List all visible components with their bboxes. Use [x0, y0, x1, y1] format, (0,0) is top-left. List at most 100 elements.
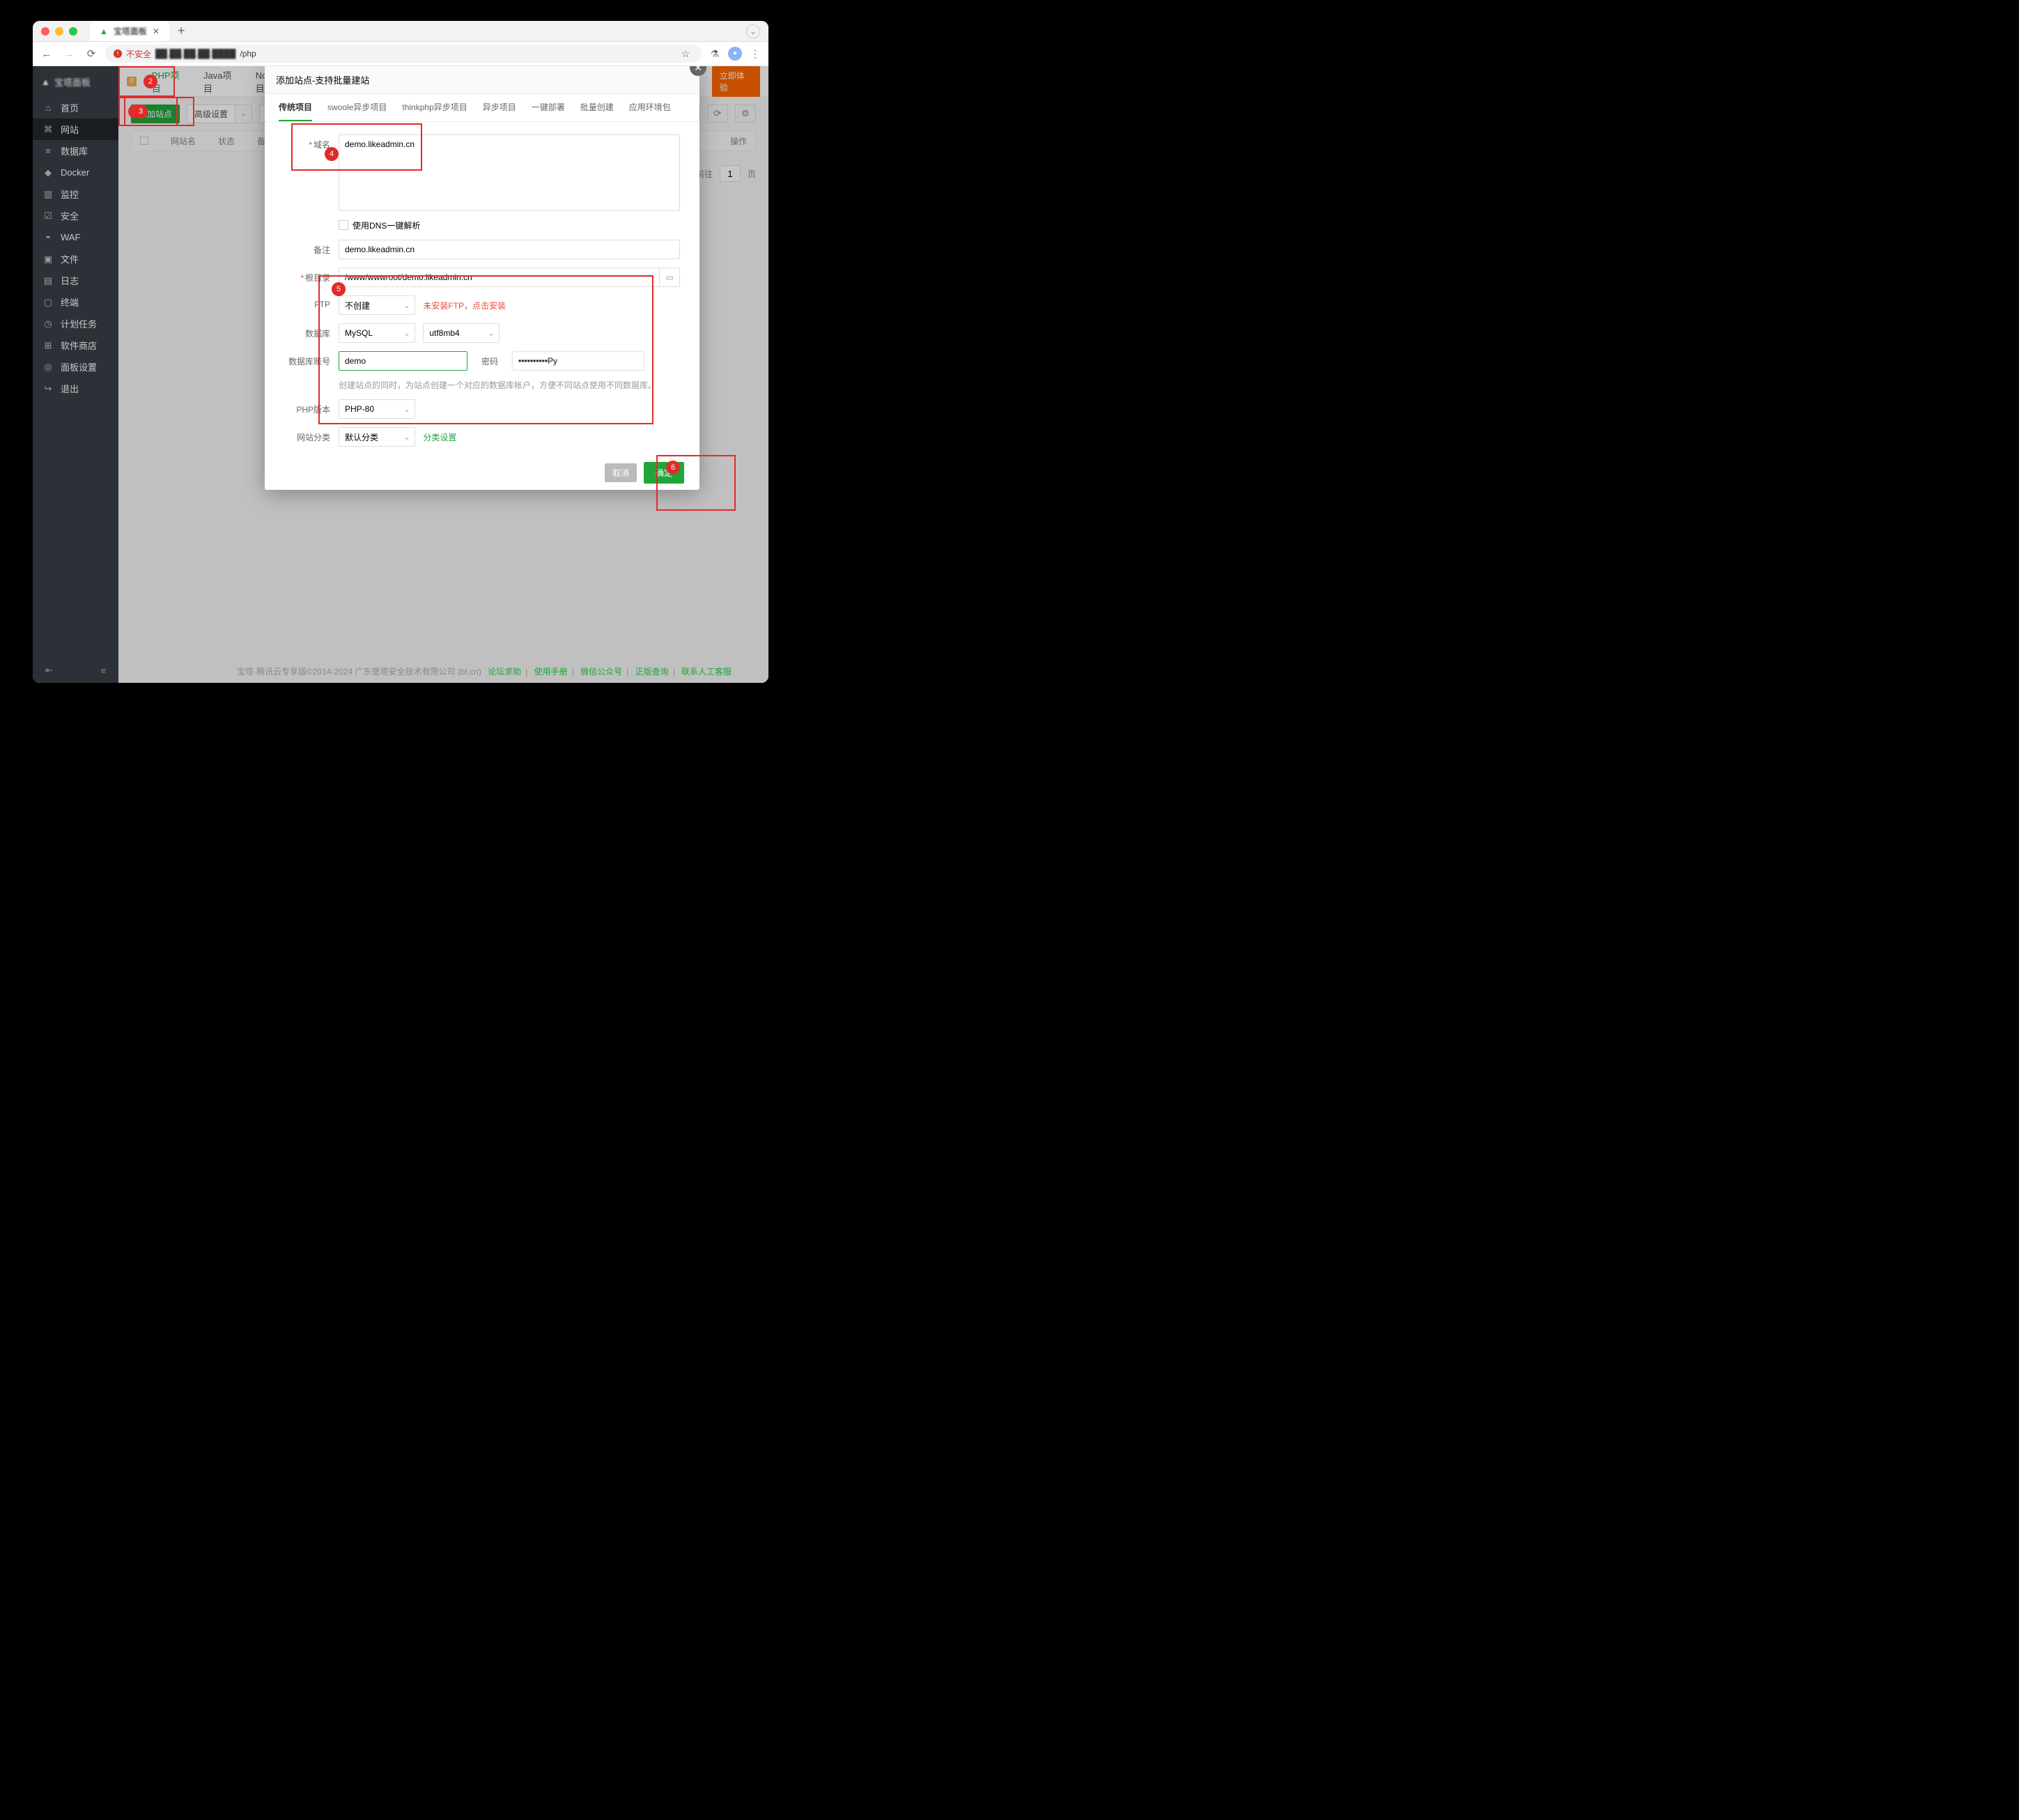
- apps-icon: ⊞: [42, 340, 54, 351]
- collapse-icon[interactable]: ⇤: [45, 665, 53, 676]
- dbpwd-label: 密码: [481, 355, 498, 367]
- sidebar-item-settings[interactable]: ◎面板设置: [33, 356, 118, 378]
- dtab-env[interactable]: 应用环境包: [629, 94, 671, 121]
- footer-link[interactable]: 正版查询: [635, 667, 669, 677]
- clock-icon: ◷: [42, 318, 54, 330]
- url-path: /php: [240, 49, 256, 59]
- insecure-label: 不安全: [126, 48, 151, 60]
- window-dropdown-icon[interactable]: ⌄: [746, 24, 760, 38]
- footer-link[interactable]: 使用手册: [534, 667, 568, 677]
- db-icon: ≡: [42, 146, 54, 156]
- annotation-badge: 5: [332, 282, 346, 296]
- gear-icon: ◎: [42, 362, 54, 373]
- browser-tab[interactable]: ▲ 宝塔面板 ✕: [90, 21, 169, 41]
- dtab-trad[interactable]: 传统项目: [279, 94, 312, 121]
- dialog-title: 添加站点-支持批量建站: [276, 73, 369, 86]
- db-hint: 创建站点的同时，为站点创建一个对应的数据库帐户，方便不同站点使用不同数据库。: [339, 379, 680, 391]
- dns-label: 使用DNS一键解析: [353, 221, 420, 231]
- php-label: PHP版本: [296, 405, 330, 415]
- favicon-icon: ▲: [100, 26, 108, 36]
- sidebar-footer: ⇤≡: [33, 658, 118, 683]
- db-charset-select[interactable]: utf8mb4: [423, 323, 500, 343]
- add-site-dialog: 添加站点-支持批量建站 ✕ 传统项目 swoole异步项目 thinkphp异步…: [265, 66, 699, 490]
- footer-link[interactable]: 微信公众号: [580, 667, 622, 677]
- sidebar-item-security[interactable]: ☑安全: [33, 205, 118, 226]
- more-icon[interactable]: ⋮: [748, 48, 763, 60]
- footer-link[interactable]: 联系人工客服: [681, 667, 732, 677]
- annotation-badge: 6: [666, 461, 680, 475]
- annotation-badge: 2: [144, 75, 157, 88]
- sidebar-item-logs[interactable]: ▤日志: [33, 270, 118, 291]
- db-label: 数据库: [305, 329, 330, 339]
- labs-icon[interactable]: ⚗: [707, 48, 722, 60]
- nav-forward-icon[interactable]: →: [61, 48, 77, 60]
- monitor-icon: ▥: [42, 189, 54, 200]
- brand: ▲宝塔面板: [33, 66, 118, 97]
- php-select[interactable]: PHP-80: [339, 399, 415, 419]
- close-tab-icon[interactable]: ✕: [153, 26, 160, 36]
- main: 0 PHP项目 Java项目 Node项目 Go项目 Python项目 Net项…: [118, 66, 768, 683]
- sidebar-item-store[interactable]: ⊞软件商店: [33, 334, 118, 356]
- sidebar-item-home[interactable]: ⌂首页: [33, 97, 118, 118]
- dtab-async[interactable]: 异步项目: [483, 94, 516, 121]
- star-icon[interactable]: ☆: [678, 48, 693, 60]
- dns-checkbox[interactable]: [339, 220, 348, 230]
- waf-icon: ◓: [42, 232, 54, 242]
- sidebar-item-waf[interactable]: ◓WAF: [33, 226, 118, 248]
- category-label: 网站分类: [297, 433, 330, 442]
- profile-avatar[interactable]: ●: [728, 47, 742, 61]
- dialog-body: *域名 demo.likeadmin.cn 使用DNS一键解析 备注 *根目录: [265, 122, 699, 447]
- domain-input[interactable]: demo.likeadmin.cn: [339, 134, 680, 211]
- dtab-deploy[interactable]: 一键部署: [532, 94, 565, 121]
- dbpwd-input[interactable]: [512, 351, 644, 371]
- titlebar: ▲ 宝塔面板 ✕ + ⌄: [33, 21, 768, 42]
- nav-reload-icon[interactable]: ⟳: [83, 47, 100, 60]
- annotation-badge: 4: [325, 147, 339, 161]
- url-box[interactable]: ! 不安全 ██.██.██.██:████ /php ☆: [105, 45, 702, 63]
- root-input[interactable]: [339, 268, 659, 287]
- folder-icon: ▣: [42, 254, 54, 265]
- dtab-swoole[interactable]: swoole异步项目: [327, 94, 387, 121]
- ftp-select[interactable]: 不创建: [339, 295, 415, 315]
- sidebar-item-files[interactable]: ▣文件: [33, 248, 118, 270]
- dbuser-label: 数据库账号: [288, 357, 330, 367]
- sidebar-item-cron[interactable]: ◷计划任务: [33, 313, 118, 334]
- folder-picker-icon[interactable]: ▭: [659, 268, 680, 287]
- db-engine-select[interactable]: MySQL: [339, 323, 415, 343]
- globe-icon: ⌘: [42, 124, 54, 135]
- ftp-hint[interactable]: 未安装FTP，点击安装: [423, 301, 506, 311]
- footer: 宝塔·腾讯云专享版©2014-2024 广东堡塔安全技术有限公司 (bt.cn)…: [204, 665, 768, 677]
- home-icon: ⌂: [42, 102, 54, 113]
- terminal-icon: ▢: [42, 297, 54, 308]
- docker-icon: ◆: [42, 167, 54, 178]
- category-select[interactable]: 默认分类: [339, 427, 415, 447]
- footer-link[interactable]: 论坛求助: [488, 667, 521, 677]
- menu-icon[interactable]: ≡: [100, 665, 106, 676]
- sidebar-item-terminal[interactable]: ▢终端: [33, 291, 118, 313]
- sidebar-item-database[interactable]: ≡数据库: [33, 140, 118, 162]
- address-bar: ← → ⟳ ! 不安全 ██.██.██.██:████ /php ☆ ⚗ ● …: [33, 42, 768, 66]
- app: ▲宝塔面板 ⌂首页 ⌘网站 ≡数据库 ◆Docker ▥监控 ☑安全 ◓WAF …: [33, 66, 768, 683]
- dialog-tabs: 传统项目 swoole异步项目 thinkphp异步项目 异步项目 一键部署 批…: [265, 94, 699, 122]
- remark-label: 备注: [314, 245, 330, 255]
- insecure-icon: !: [114, 49, 122, 58]
- sidebar-item-monitor[interactable]: ▥监控: [33, 183, 118, 205]
- shield-icon: ☑: [42, 210, 54, 222]
- annotation-badge: 3: [134, 105, 148, 118]
- log-icon: ▤: [42, 275, 54, 286]
- dialog-header: 添加站点-支持批量建站 ✕: [265, 66, 699, 94]
- traffic-lights[interactable]: [41, 27, 77, 36]
- nav-back-icon[interactable]: ←: [38, 48, 55, 60]
- sidebar-item-docker[interactable]: ◆Docker: [33, 162, 118, 183]
- cancel-button[interactable]: 取消: [605, 463, 637, 482]
- category-settings-link[interactable]: 分类设置: [423, 433, 456, 442]
- dtab-thinkphp[interactable]: thinkphp异步项目: [402, 94, 467, 121]
- sidebar-item-logout[interactable]: ↪退出: [33, 378, 118, 399]
- dbuser-input[interactable]: [339, 351, 467, 371]
- new-tab-button[interactable]: +: [178, 24, 185, 38]
- remark-input[interactable]: [339, 240, 680, 259]
- sidebar-item-website[interactable]: ⌘网站: [33, 118, 118, 140]
- dtab-batch[interactable]: 批量创建: [580, 94, 614, 121]
- browser-window: ▲ 宝塔面板 ✕ + ⌄ ← → ⟳ ! 不安全 ██.██.██.██:███…: [33, 21, 768, 683]
- sidebar: ▲宝塔面板 ⌂首页 ⌘网站 ≡数据库 ◆Docker ▥监控 ☑安全 ◓WAF …: [33, 66, 118, 683]
